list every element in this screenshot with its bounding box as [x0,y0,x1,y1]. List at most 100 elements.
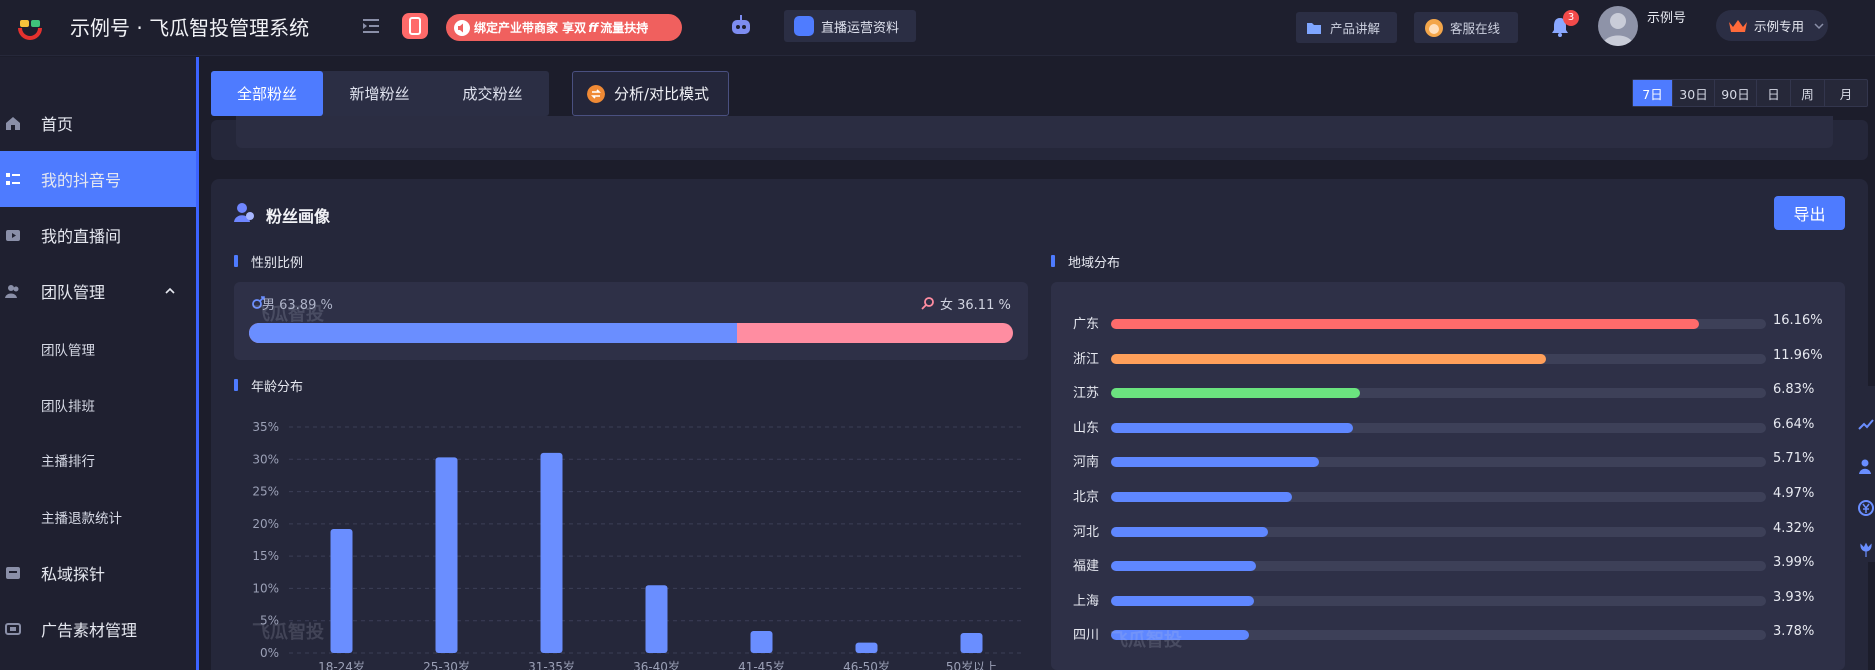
mobile-app-button[interactable] [402,13,428,39]
age-bar[interactable] [960,632,983,653]
age-bar[interactable] [540,452,563,653]
range-day[interactable]: 日 [1757,80,1791,106]
sidebar-item-ad-material[interactable]: 广告素材管理 [0,601,196,657]
region-row: 北京 4.97% [1073,486,1833,506]
sidebar-item-label: 我的抖音号 [41,171,122,190]
region-bar-track [1111,561,1766,572]
region-row: 江苏 6.83% [1073,382,1833,402]
menu-collapse-icon[interactable] [360,15,382,37]
trend-chart-icon[interactable] [1858,416,1874,432]
region-name: 山东 [1073,420,1100,436]
age-bar[interactable] [645,585,668,653]
region-bar-track [1111,630,1766,641]
range-week[interactable]: 周 [1791,80,1825,106]
region-bar-fill [1111,319,1700,329]
sidebar-item-home[interactable]: 首页 [0,95,196,151]
region-share-value: 11.96% [1773,347,1823,363]
region-bar-fill [1111,595,1254,606]
probe-icon [6,567,20,579]
username[interactable]: 示例号 [1647,7,1686,26]
sidebar-subitem-team-schedule[interactable]: 团队排班 [0,377,196,433]
age-bar[interactable] [330,529,353,653]
region-bar-fill [1111,561,1257,572]
promo-banner[interactable]: 绑定产业带商家 享双 ff 流量扶持 [446,14,682,41]
region-row: 河北 4.32% [1073,521,1833,541]
app-title: 示例号 · 飞瓜智投管理系统 [70,16,310,40]
y-tick-label: 20% [252,517,279,531]
robot-assistant-icon[interactable] [728,13,754,39]
range-30-days[interactable]: 30日 [1673,80,1715,106]
age-distribution-chart: 0%5%10%15%20%25%30%35%18-24岁 25-30岁 31-35岁… [252,420,1024,670]
sidebar-subitem-anchor-ranking[interactable]: 主播排行 [0,432,196,488]
region-bar-track [1111,526,1766,537]
gender-section-label: 性别比例 [251,256,304,271]
range-7-days[interactable]: 7日 [1633,80,1673,106]
tab-deal-fans[interactable]: 成交粉丝 [436,71,549,116]
sidebar-item-label: 广告素材管理 [41,621,138,640]
tv-icon [6,230,20,241]
x-tick-label: 41-45岁 [738,659,785,670]
live-resources-button[interactable]: 直播运营资料 [784,10,916,42]
fan-portrait-icon [234,203,254,222]
region-share-value: 16.16% [1773,313,1823,328]
age-bar[interactable] [750,631,773,653]
sidebar-subitem-anchor-refund-stats[interactable]: 主播退款统计 [0,489,196,545]
female-icon [921,297,934,310]
sidebar-item-my-live-room[interactable]: 我的直播间 [0,207,196,263]
tab-all-fans[interactable]: 全部粉丝 [211,71,323,116]
ad-icon [5,623,21,635]
region-share-value: 3.93% [1773,589,1815,605]
export-button[interactable]: 导出 [1774,196,1845,230]
sidebar-item-label: 私域探针 [41,565,106,584]
region-bar-track [1111,319,1766,329]
vip-account-button[interactable]: 示例专用 [1716,10,1828,41]
region-bar-track [1111,353,1766,364]
sidebar-item-my-douyin[interactable]: 我的抖音号 [0,151,196,207]
gender-ratio-card [234,282,1028,360]
x-tick-label: 50岁以上 [946,659,997,670]
x-tick-label: 36-40岁 [633,659,680,670]
section-marker [234,255,238,267]
male-share-fill [249,323,738,343]
region-bar-fill [1111,526,1269,537]
sidebar-item-label: 团队管理 [41,283,106,302]
y-tick-label: 25% [252,485,279,499]
region-distribution-card [1051,282,1845,670]
region-bar-fill [1111,422,1353,433]
product-guide-button[interactable]: 产品讲解 [1296,12,1397,43]
region-share-value: 6.83% [1773,382,1815,398]
flower-icon[interactable] [1858,542,1874,558]
region-name: 广东 [1073,317,1100,332]
app-logo-icon [18,20,42,40]
avatar[interactable] [1598,6,1638,46]
region-bar-fill [1111,457,1319,468]
region-bar-track [1111,457,1766,468]
sidebar-item-team-management[interactable]: 团队管理 [0,263,196,319]
tab-new-fans[interactable]: 新增粉丝 [323,71,436,116]
region-row: 河南 5.71% [1073,451,1833,471]
x-tick-label: 31-35岁 [528,659,575,670]
compare-mode-button[interactable]: 分析/对比模式 [572,71,729,116]
age-bar[interactable] [855,642,878,653]
sidebar-divider [196,57,199,670]
region-bar-fill [1111,353,1547,364]
currency-icon[interactable] [1858,500,1874,516]
compare-icon [587,84,605,103]
region-name: 河北 [1073,524,1100,540]
age-bar[interactable] [435,457,458,653]
range-90-days[interactable]: 90日 [1715,80,1757,106]
crown-icon [1729,19,1747,32]
y-tick-label: 15% [252,549,279,563]
range-month[interactable]: 月 [1825,80,1867,106]
region-name: 江苏 [1073,386,1100,402]
phone-icon [409,17,421,35]
sidebar-item-private-probe[interactable]: 私域探针 [0,545,196,601]
customer-service-button[interactable]: 客服在线 [1414,12,1518,43]
region-name: 上海 [1073,593,1100,609]
sidebar-subitem-team-management[interactable]: 团队管理 [0,321,196,377]
region-row: 广东 16.16% [1073,313,1833,333]
x-tick-label: 18-24岁 [318,659,365,670]
watermark: 飞瓜智投 [252,622,324,643]
chevron-down-icon [1814,22,1824,29]
user-profile-icon[interactable] [1858,458,1874,474]
